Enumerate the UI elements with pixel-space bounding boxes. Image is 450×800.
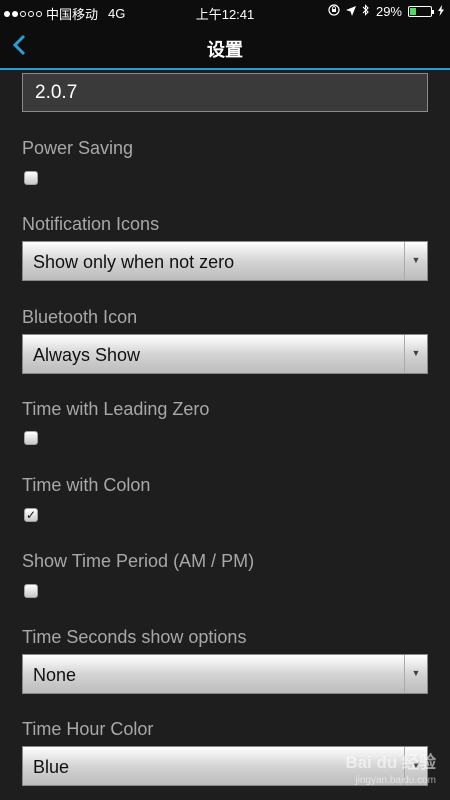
back-button[interactable] <box>12 34 32 58</box>
bluetooth-icon-select[interactable]: Always Show ▼ <box>22 334 428 374</box>
status-bar: 中国移动 4G 上午12:41 29% <box>0 0 450 24</box>
nav-bar: 设置 <box>0 24 450 70</box>
dropdown-arrow-icon: ▼ <box>404 655 427 693</box>
time-with-colon-label: Time with Colon <box>22 475 151 495</box>
show-time-period-checkbox[interactable] <box>24 584 38 598</box>
time-hour-color-label: Time Hour Color <box>22 719 154 739</box>
time-hour-color-value: Blue <box>33 757 70 777</box>
watermark-text: Bai du 经验 <box>345 753 436 772</box>
notification-icons-select[interactable]: Show only when not zero ▼ <box>22 241 428 281</box>
checkmark-icon: ✓ <box>25 508 37 522</box>
time-with-colon-checkbox[interactable]: ✓ <box>24 508 38 522</box>
watermark-sub: jingyan.baidu.com <box>355 775 436 786</box>
time-seconds-label: Time Seconds show options <box>22 627 247 647</box>
power-saving-label: Power Saving <box>22 138 134 158</box>
dropdown-arrow-icon: ▼ <box>404 242 427 280</box>
time-seconds-value: None <box>33 665 77 685</box>
bluetooth-icon-value: Always Show <box>33 345 141 365</box>
lock-rotation-icon <box>328 4 340 19</box>
time-leading-zero-checkbox[interactable] <box>24 431 38 445</box>
battery-percent: 29% <box>375 4 402 19</box>
power-saving-checkbox[interactable] <box>24 171 38 185</box>
bluetooth-icon-label: Bluetooth Icon <box>22 307 138 327</box>
page-title: 设置 <box>207 40 243 60</box>
notification-icons-value: Show only when not zero <box>33 252 235 272</box>
show-time-period-label: Show Time Period (AM / PM) <box>22 551 255 571</box>
chevron-left-icon <box>12 34 26 56</box>
version-field[interactable] <box>22 73 428 112</box>
status-bar-right: 29% <box>328 4 444 19</box>
charging-icon <box>438 4 444 19</box>
dropdown-arrow-icon: ▼ <box>404 335 427 373</box>
time-seconds-select[interactable]: None ▼ <box>22 654 428 694</box>
notification-icons-label: Notification Icons <box>22 214 160 234</box>
watermark-logo: Bai du 经验 jingyan.baidu.com <box>345 754 436 790</box>
bluetooth-icon <box>362 4 370 19</box>
battery-icon <box>408 6 434 17</box>
location-arrow-icon <box>345 4 356 19</box>
time-leading-zero-label: Time with Leading Zero <box>22 399 210 419</box>
